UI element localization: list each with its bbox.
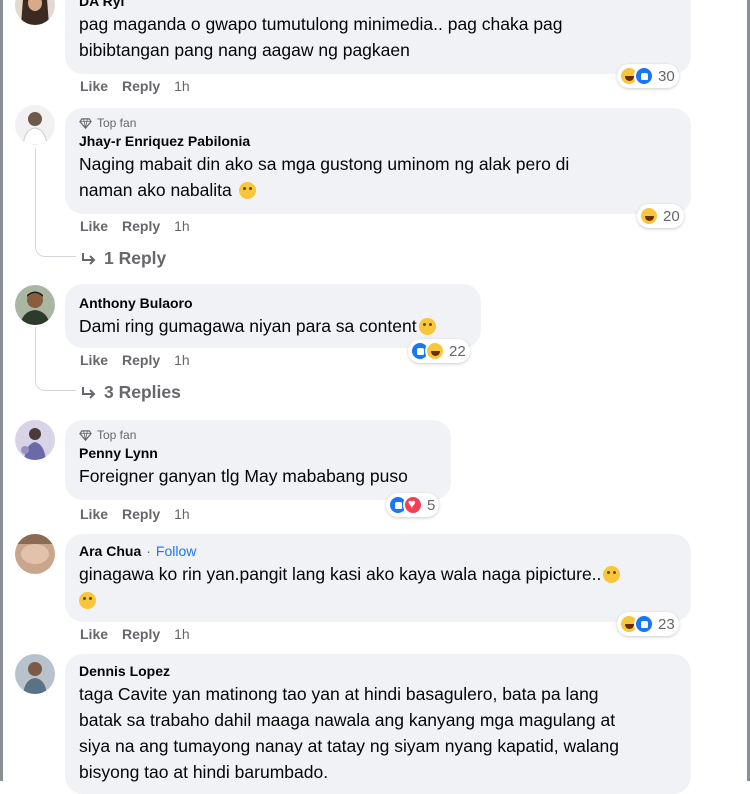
like-button[interactable]: Like	[80, 218, 108, 234]
reply-button[interactable]: Reply	[122, 218, 160, 234]
commenter-name[interactable]: Ara Chua	[79, 541, 141, 561]
comment-text: Foreigner ganyan tlg May mababang puso	[79, 466, 408, 486]
like-button[interactable]: Like	[80, 78, 108, 94]
sad-emoji-icon	[238, 182, 256, 199]
reaction-count: 20	[663, 207, 680, 225]
avatar[interactable]	[15, 105, 55, 145]
avatar[interactable]	[15, 0, 55, 25]
thread-line	[35, 148, 36, 242]
upside-down-emoji-icon	[418, 318, 436, 335]
reaction-summary[interactable]: 23	[617, 612, 679, 636]
comment-bubble: Ara Chua · Follow ginagawa ko rin yan.pa…	[65, 534, 691, 622]
avatar-photo	[15, 105, 55, 145]
diamond-icon	[79, 117, 92, 129]
avatar-photo	[15, 420, 55, 460]
thread-line	[35, 327, 36, 375]
comment-text: taga Cavite yan matinong tao yan at hind…	[79, 684, 619, 782]
like-reaction-icon	[634, 614, 654, 634]
reply-arrow-icon	[82, 252, 96, 265]
view-replies-link[interactable]: 1 Reply	[80, 248, 166, 269]
reply-button[interactable]: Reply	[122, 626, 160, 642]
thread-hook	[35, 370, 76, 391]
reaction-count: 5	[427, 496, 436, 514]
timestamp[interactable]: 1h	[174, 78, 190, 94]
timestamp[interactable]: 1h	[174, 506, 190, 522]
comment-bubble: Top fan Jhay-r Enriquez Pabilonia Naging…	[65, 108, 691, 214]
haha-reaction-icon	[639, 206, 659, 226]
commenter-name[interactable]: Anthony Bulaoro	[79, 293, 193, 313]
timestamp[interactable]: 1h	[174, 218, 190, 234]
commenter-name[interactable]: DA Ryl	[79, 0, 124, 11]
reply-button[interactable]: Reply	[122, 506, 160, 522]
commenter-name[interactable]: Jhay-r Enriquez Pabilonia	[79, 131, 250, 151]
separator-dot: ·	[146, 543, 151, 559]
reply-button[interactable]: Reply	[122, 78, 160, 94]
comment-actions: Like Reply 1h	[80, 626, 190, 642]
reaction-summary[interactable]: 30	[617, 64, 679, 88]
comment-actions: Like Reply 1h	[80, 78, 190, 94]
love-reaction-icon	[403, 495, 423, 515]
top-fan-badge: Top fan	[79, 427, 439, 443]
avatar-photo	[15, 534, 55, 574]
reply-arrow-icon	[82, 386, 96, 399]
avatar-photo	[15, 0, 55, 25]
comment-bubble: Top fan Penny Lynn Foreigner ganyan tlg …	[65, 420, 451, 500]
like-button[interactable]: Like	[80, 626, 108, 642]
reaction-summary[interactable]: 20	[637, 204, 684, 228]
avatar-photo	[15, 654, 55, 694]
comment-bubble: DA Ryl pag maganda o gwapo tumutulong mi…	[65, 0, 691, 74]
comment-text: Dami ring gumagawa niyan para sa content	[79, 313, 469, 339]
timestamp[interactable]: 1h	[174, 626, 190, 642]
reaction-summary[interactable]: 5	[386, 493, 440, 517]
like-button[interactable]: Like	[80, 506, 108, 522]
view-replies-link[interactable]: 3 Replies	[80, 382, 181, 403]
reaction-summary[interactable]: 22	[408, 339, 470, 363]
diamond-icon	[79, 429, 92, 441]
comment-text: Naging mabait din ako sa mga gustong umi…	[79, 154, 570, 200]
comment-text: pag maganda o gwapo tumutulong minimedia…	[79, 14, 563, 60]
smile-emoji-icon	[603, 566, 621, 583]
avatar[interactable]	[15, 420, 55, 460]
commenter-name[interactable]: Penny Lynn	[79, 443, 158, 463]
top-fan-badge: Top fan	[79, 115, 679, 131]
comment-actions: Like Reply 1h	[80, 352, 190, 368]
thread-hook	[35, 236, 76, 257]
like-reaction-icon	[634, 66, 654, 86]
haha-reaction-icon	[425, 341, 445, 361]
timestamp[interactable]: 1h	[174, 352, 190, 368]
comment-text: ginagawa ko rin yan.pangit lang kasi ako…	[79, 561, 679, 613]
reaction-count: 30	[658, 67, 675, 85]
window-border-left	[0, 0, 3, 781]
avatar[interactable]	[15, 654, 55, 694]
avatar[interactable]	[15, 534, 55, 574]
reply-button[interactable]: Reply	[122, 352, 160, 368]
like-button[interactable]: Like	[80, 352, 108, 368]
avatar-photo	[15, 285, 55, 325]
comment-actions: Like Reply 1h	[80, 218, 190, 234]
comment-actions: Like Reply 1h	[80, 506, 190, 522]
smile-emoji-icon	[79, 592, 96, 609]
commenter-name[interactable]: Dennis Lopez	[79, 661, 170, 681]
reaction-count: 23	[658, 615, 675, 633]
reaction-count: 22	[449, 342, 466, 360]
follow-button[interactable]: Follow	[156, 541, 196, 561]
comment-bubble: Dennis Lopez taga Cavite yan matinong ta…	[65, 654, 691, 794]
avatar[interactable]	[15, 285, 55, 325]
